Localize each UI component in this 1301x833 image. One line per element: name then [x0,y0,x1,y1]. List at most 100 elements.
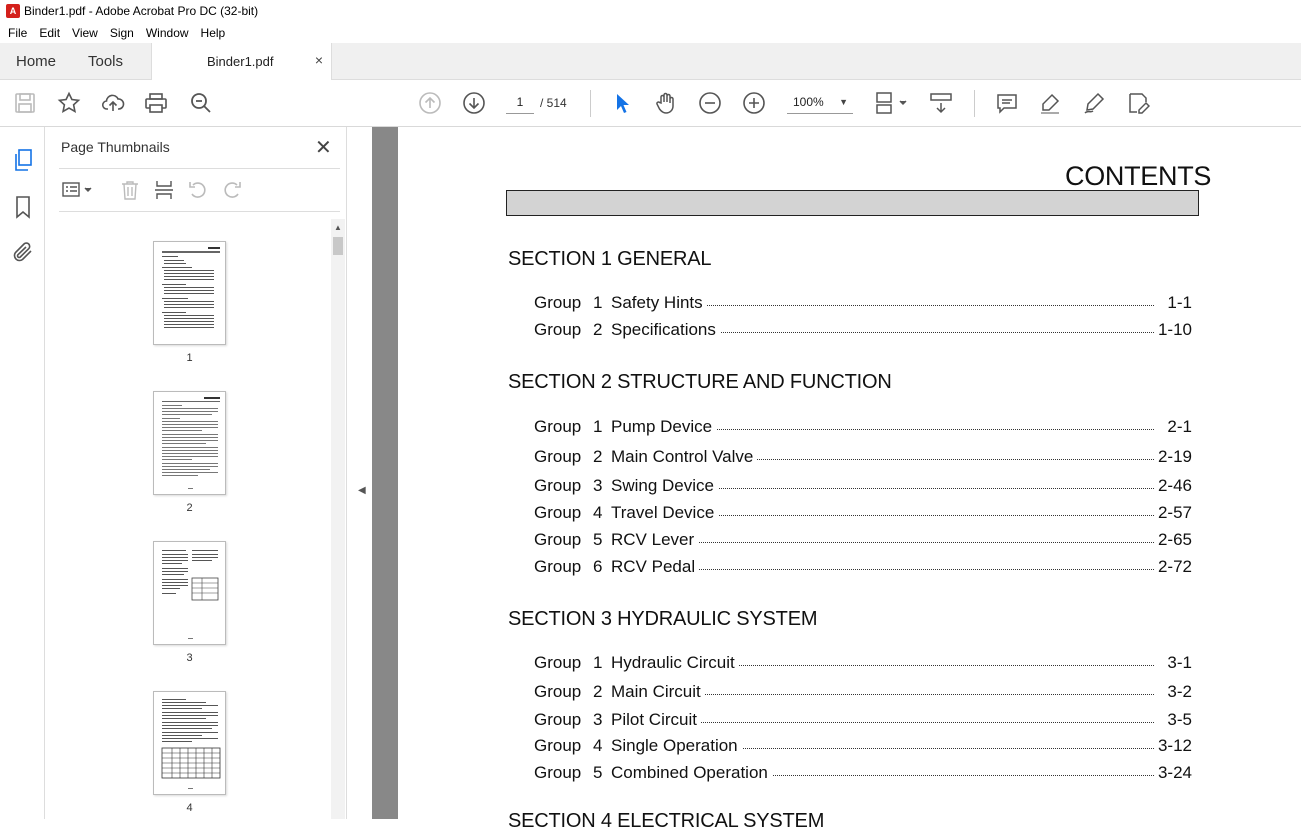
window-title: Binder1.pdf - Adobe Acrobat Pro DC (32-b… [24,4,259,18]
toc-page-ref: 3-2 [1167,682,1192,701]
toc-group-number: 1 [593,653,603,672]
thumbnail-toolbar [59,177,340,205]
upload-cloud-icon[interactable] [101,91,125,115]
menu-help[interactable]: Help [195,26,232,40]
menu-window[interactable]: Window [140,26,195,40]
save-icon[interactable] [13,91,37,115]
tab-tools[interactable]: Tools [88,43,123,80]
tab-home[interactable]: Home [16,43,56,80]
menu-file[interactable]: File [2,26,33,40]
toc-row[interactable]: Group 1 Safety Hints 1-1 [534,293,1192,315]
toc-page-ref: 3-24 [1157,763,1192,782]
toc-row[interactable]: Group 5 Combined Operation 3-24 [534,763,1192,785]
toc-page-ref: 2-19 [1157,447,1192,466]
thumbnails-scrollbar[interactable]: ▲ [331,219,345,819]
scroll-up-arrow-icon[interactable]: ▲ [334,223,342,232]
menu-view[interactable]: View [66,26,104,40]
page-number-input[interactable]: 1 [506,91,534,114]
left-navigation-rail [0,127,45,819]
page-thumbnails-icon[interactable] [11,148,35,172]
page-thumbnail[interactable] [153,391,226,495]
comment-icon[interactable] [995,91,1019,115]
toc-group-label: Group [534,530,582,549]
toc-group-name: Hydraulic Circuit [611,653,739,673]
tab-document-label: Binder1.pdf [207,54,274,69]
toc-group-number: 4 [593,736,603,755]
toc-row[interactable]: Group 5 RCV Lever 2-65 [534,530,1192,552]
menu-edit[interactable]: Edit [33,26,66,40]
toc-row[interactable]: Group 1 Hydraulic Circuit 3-1 [534,653,1192,675]
toc-row[interactable]: Group 2 Main Circuit 3-2 [534,682,1192,704]
print-icon[interactable] [144,91,168,115]
close-tab-icon[interactable]: × [315,52,323,68]
toc-group-number: 1 [593,417,603,436]
sign-pen-icon[interactable] [1082,91,1106,115]
toc-page-ref: 1-10 [1157,320,1192,339]
toc-group-name: Main Control Valve [611,447,758,467]
toc-group-label: Group [534,320,582,339]
toc-group-name: Safety Hints [611,293,707,313]
toc-group-label: Group [534,557,582,576]
toc-row[interactable]: Group 2 Specifications 1-10 [534,320,1192,342]
page-thumbnail[interactable] [153,541,226,645]
toc-group-name: Swing Device [611,476,718,496]
toc-group-name: Specifications [611,320,720,340]
page-thumbnail-number: 2 [186,502,193,514]
options-menu-icon[interactable] [61,179,95,201]
rotate-right-icon[interactable] [221,179,243,201]
document-viewport[interactable]: CONTENTS SECTION 1 GENERAL Group 1 Safet… [372,127,1301,832]
page-thumbnail[interactable] [153,241,226,345]
zoom-out-icon[interactable] [698,91,722,115]
toc-group-number: 1 [593,293,603,312]
toc-row[interactable]: Group 1 Pump Device 2-1 [534,417,1192,439]
toc-row[interactable]: Group 3 Swing Device 2-46 [534,476,1192,498]
toc-page-ref: 2-57 [1157,503,1192,522]
close-panel-icon[interactable]: ✕ [315,135,332,160]
panel-divider [59,168,340,169]
toc-group-number: 2 [593,447,603,466]
hand-tool-icon[interactable] [654,91,678,115]
toc-row[interactable]: Group 4 Single Operation 3-12 [534,736,1192,758]
select-cursor-icon[interactable] [610,91,634,115]
insert-page-icon[interactable] [153,179,175,201]
toc-group-number: 2 [593,682,603,701]
previous-page-icon[interactable] [418,91,442,115]
next-page-icon[interactable] [462,91,486,115]
rotate-left-icon[interactable] [187,179,209,201]
delete-page-icon[interactable] [119,179,141,201]
toc-row[interactable]: Group 6 RCV Pedal 2-72 [534,557,1192,579]
toc-group-label: Group [534,503,582,522]
page-display-icon[interactable] [873,91,909,115]
pdf-page: CONTENTS SECTION 1 GENERAL Group 1 Safet… [398,127,1301,832]
toc-group-name: Single Operation [611,736,742,756]
zoom-level-select[interactable]: 100% ▼ [787,91,853,114]
toc-group-label: Group [534,417,582,436]
page-total: / 514 [540,96,567,110]
toc-group-number: 5 [593,530,603,549]
toc-group-number: 4 [593,503,603,522]
edit-pdf-icon[interactable] [1126,91,1151,115]
scrolling-mode-icon[interactable] [929,91,953,115]
scrollbar-thumb[interactable] [333,237,343,255]
tab-document[interactable]: Binder1.pdf × [151,43,332,81]
toc-group-number: 6 [593,557,603,576]
toc-group-name: Combined Operation [611,763,772,783]
toc-row[interactable]: Group 2 Main Control Valve 2-19 [534,447,1192,469]
title-bar: A Binder1.pdf - Adobe Acrobat Pro DC (32… [0,0,1301,22]
tab-bar: Home Tools Binder1.pdf × [0,43,1301,81]
toc-row[interactable]: Group 4 Travel Device 2-57 [534,503,1192,525]
collapse-panel-handle[interactable]: ◀ [347,127,372,819]
zoom-in-icon[interactable] [742,91,766,115]
attachment-icon[interactable] [11,240,35,264]
toc-row[interactable]: Group 3 Pilot Circuit 3-5 [534,710,1192,732]
toc-group-name: Travel Device [611,503,719,523]
collapse-left-arrow-icon[interactable]: ◀ [358,485,366,496]
toc-group-name: RCV Pedal [611,557,700,577]
page-thumbnail[interactable] [153,691,226,795]
highlight-icon[interactable] [1038,91,1062,115]
menu-sign[interactable]: Sign [104,26,140,40]
bookmark-icon[interactable] [11,195,35,219]
star-icon[interactable] [57,91,81,115]
acrobat-app-icon: A [6,4,20,18]
zoom-search-icon[interactable] [189,91,213,115]
